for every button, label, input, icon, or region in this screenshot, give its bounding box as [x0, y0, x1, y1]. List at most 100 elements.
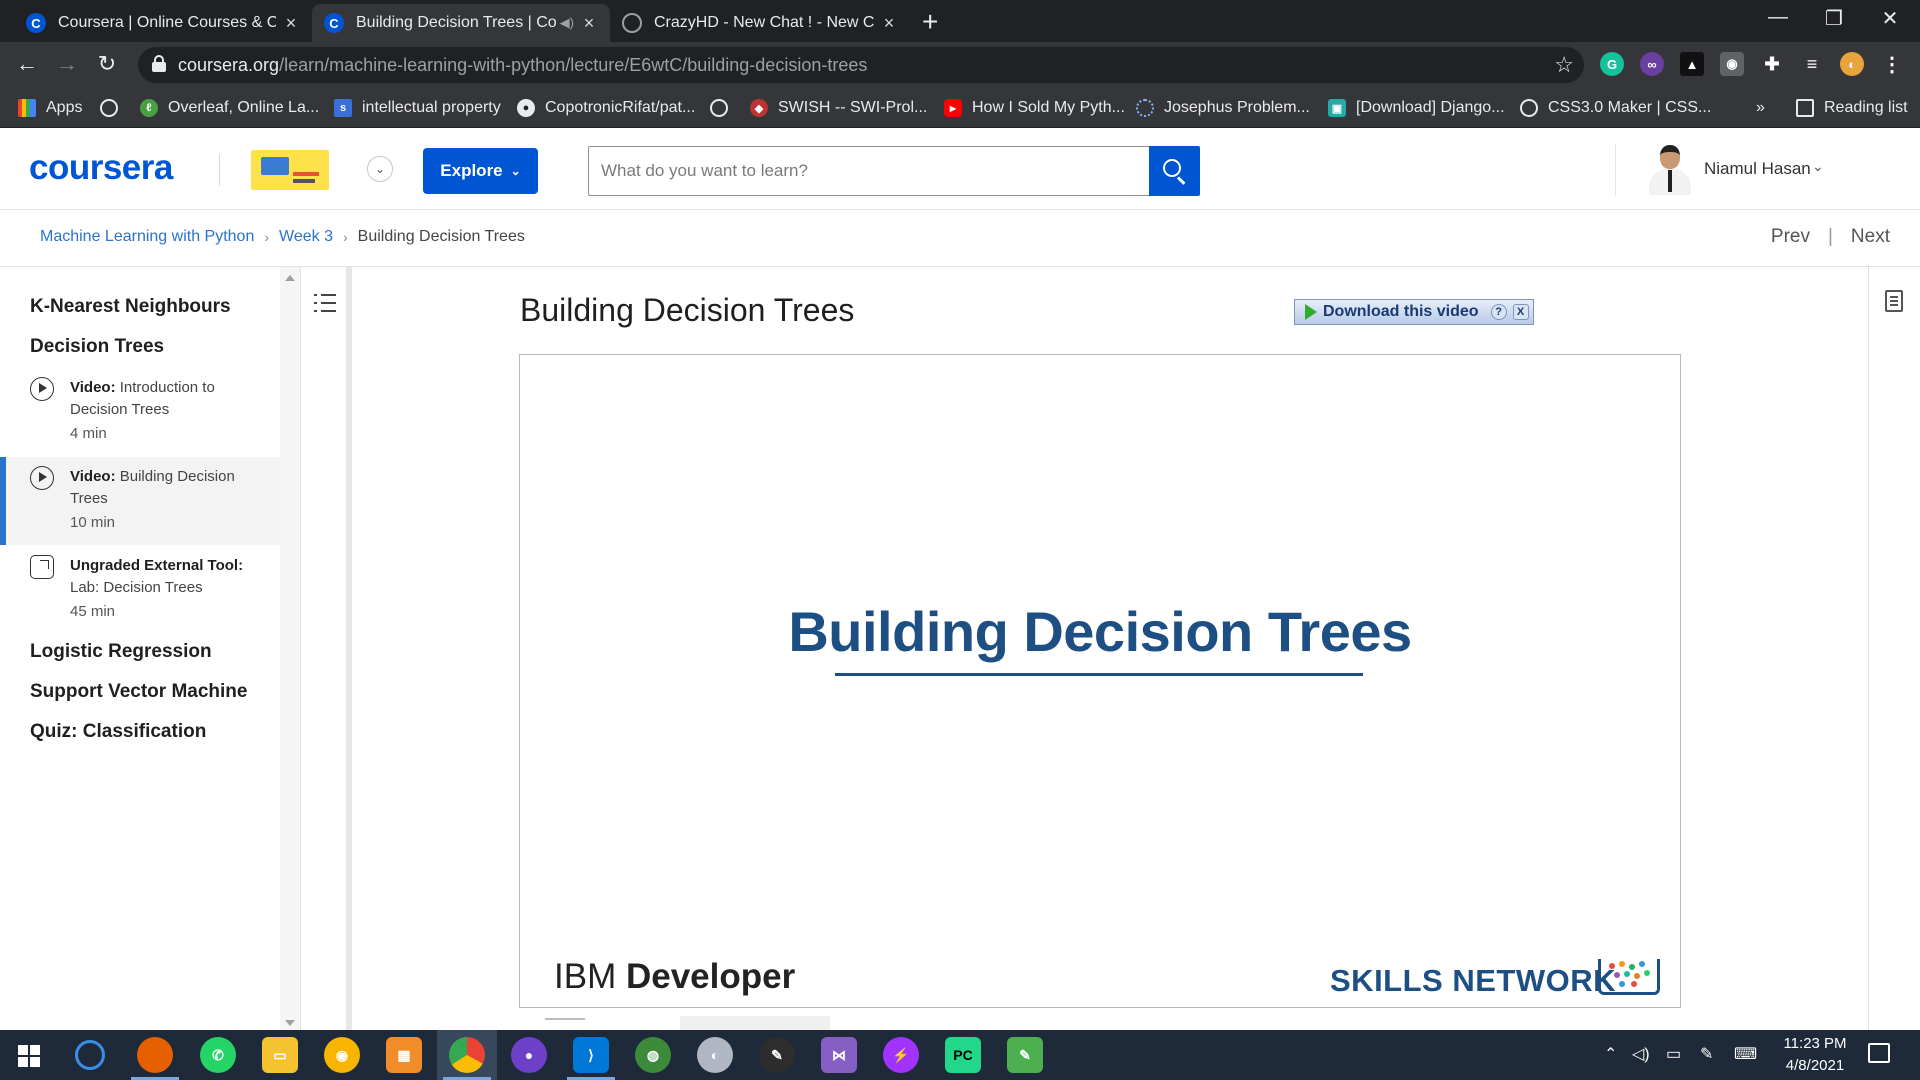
visual-studio-icon[interactable]: ⋈: [821, 1037, 857, 1073]
close-icon[interactable]: ×: [282, 13, 300, 34]
volume-icon[interactable]: ◁): [1632, 1044, 1650, 1064]
bookmark-css3-maker[interactable]: CSS3.0 Maker | CSS...: [1520, 97, 1711, 119]
sidebar-section-knn[interactable]: K-Nearest Neighbours: [30, 296, 231, 318]
list-icon[interactable]: [314, 293, 336, 313]
bookmark-intellectual-property[interactable]: s intellectual property: [334, 97, 501, 119]
bookmark-josephus[interactable]: Josephus Problem...: [1136, 97, 1310, 119]
github-desktop-icon[interactable]: ●: [511, 1037, 547, 1073]
chrome-icon[interactable]: [443, 1037, 491, 1080]
bookmark-swish[interactable]: ◆ SWISH -- SWI-Prol...: [750, 97, 927, 119]
globe-app-icon[interactable]: ◍: [635, 1037, 671, 1073]
search-input[interactable]: [588, 146, 1150, 196]
sidebar-item-lab-decision-trees[interactable]: Ungraded External Tool: Lab: Decision Tr…: [0, 555, 280, 635]
grammarly-icon[interactable]: G: [1600, 52, 1624, 76]
camera-icon[interactable]: ◉: [1720, 52, 1744, 76]
sidebar-item-intro-decision-trees[interactable]: Video: Introduction to Decision Trees 4 …: [0, 377, 280, 457]
sidebar-section-svm[interactable]: Support Vector Machine: [30, 681, 247, 703]
windows-start-icon[interactable]: [18, 1045, 40, 1067]
inkscape-icon[interactable]: ✎: [759, 1037, 795, 1073]
browser-toolbar: ← → ↻ coursera.org/learn/machine-learnin…: [0, 42, 1920, 88]
bookmark-github-repo[interactable]: ● CopotronicRifat/pat...: [517, 97, 695, 119]
speaker-icon[interactable]: ◀): [560, 15, 574, 31]
pycharm-icon[interactable]: PC: [945, 1037, 981, 1073]
sidebar-section-decision-trees[interactable]: Decision Trees: [30, 336, 164, 358]
show-hidden-icons-chevron-icon[interactable]: ⌃: [1604, 1044, 1617, 1064]
browser-tab-coursera-home[interactable]: C Coursera | Online Courses & Cre ×: [14, 4, 312, 42]
system-clock[interactable]: 11:23 PM 4/8/2021: [1782, 1033, 1848, 1077]
restore-icon[interactable]: ❐: [1814, 6, 1854, 31]
below-player-tab[interactable]: [680, 1016, 830, 1030]
profile-avatar-icon[interactable]: ◐: [1840, 52, 1864, 76]
download-video-button[interactable]: Download this video ? X: [1294, 299, 1534, 325]
minimize-icon[interactable]: —: [1758, 6, 1798, 29]
notification-center-icon[interactable]: [1868, 1043, 1890, 1063]
sidebar-scrollbar[interactable]: [280, 267, 300, 1030]
scroll-down-arrow-icon[interactable]: [285, 1020, 295, 1026]
vscode-icon[interactable]: ⟩: [567, 1037, 615, 1080]
network-icon[interactable]: ▭: [1666, 1044, 1681, 1064]
sidebar-section-logistic-regression[interactable]: Logistic Regression: [30, 641, 212, 663]
extension-triangle-icon[interactable]: ▲: [1680, 52, 1704, 76]
more-bookmarks-chevron-icon[interactable]: »: [1756, 97, 1765, 119]
notepad-icon[interactable]: ✎: [1007, 1037, 1043, 1073]
search-cortana-icon[interactable]: [75, 1040, 105, 1070]
site-header: coursera ⌄ Explore ⌄ Niamul Hasan ⌄: [0, 128, 1920, 210]
tab-title: Coursera | Online Courses & Cre: [58, 14, 276, 31]
anaconda-icon[interactable]: ◐: [697, 1037, 733, 1073]
keyboard-icon[interactable]: ⌨: [1734, 1044, 1757, 1064]
bookmark-youtube[interactable]: ▶ How I Sold My Pyth...: [944, 97, 1125, 119]
photo-app-icon[interactable]: ▦: [386, 1037, 422, 1073]
address-bar[interactable]: coursera.org/learn/machine-learning-with…: [138, 47, 1584, 83]
prev-link[interactable]: Prev: [1771, 226, 1810, 248]
firefox-icon[interactable]: [131, 1037, 179, 1080]
search-button[interactable]: [1149, 146, 1200, 196]
scroll-up-arrow-icon[interactable]: [285, 275, 295, 281]
reading-list[interactable]: Reading list: [1796, 97, 1908, 119]
shield-app-icon[interactable]: ◉: [324, 1037, 360, 1073]
ibm-partner-logo[interactable]: [251, 150, 329, 190]
bookmark-overleaf[interactable]: ℓ Overleaf, Online La...: [140, 97, 319, 119]
forward-arrow-icon[interactable]: →: [52, 51, 82, 77]
chevron-down-icon[interactable]: ⌄: [367, 156, 393, 182]
bookmark-apps[interactable]: Apps: [18, 97, 82, 119]
pen-icon[interactable]: ✎: [1700, 1044, 1713, 1064]
messenger-icon[interactable]: ⚡: [883, 1037, 919, 1073]
avatar[interactable]: [1647, 143, 1693, 195]
puzzle-extensions-icon[interactable]: ✚: [1760, 52, 1784, 76]
close-icon[interactable]: ×: [580, 13, 598, 34]
close-icon[interactable]: ×: [880, 13, 898, 34]
browser-tab-building-decision-trees[interactable]: C Building Decision Trees | Cou ◀) ×: [312, 4, 610, 42]
explore-button[interactable]: Explore ⌄: [423, 148, 538, 194]
sidebar-item-building-decision-trees[interactable]: Video: Building Decision Trees 10 min: [0, 457, 280, 545]
breadcrumb: Machine Learning with Python › Week 3 › …: [40, 228, 525, 246]
windows-taskbar: ✆ ▭ ◉ ▦ ● ⟩ ◍ ◐ ✎ ⋈ ⚡ PC ✎ ⌃ ◁) ▭ ✎ ⌨ 11…: [0, 1030, 1920, 1080]
back-arrow-icon[interactable]: ←: [12, 51, 42, 77]
close-icon[interactable]: X: [1512, 304, 1529, 320]
help-icon[interactable]: ?: [1490, 304, 1507, 320]
window-close-icon[interactable]: ✕: [1870, 6, 1910, 31]
chevron-down-icon[interactable]: ⌄: [1812, 158, 1824, 175]
transcript-toggle[interactable]: [545, 1018, 585, 1030]
lock-icon[interactable]: [152, 55, 166, 72]
bookmark-globe[interactable]: [100, 97, 128, 119]
coursera-logo[interactable]: coursera: [29, 148, 173, 188]
bookmark-django[interactable]: ▣ [Download] Django...: [1328, 97, 1505, 119]
next-link[interactable]: Next: [1851, 226, 1890, 248]
sidebar-section-quiz[interactable]: Quiz: Classification: [30, 721, 206, 743]
globe-icon: [622, 13, 642, 33]
user-name[interactable]: Niamul Hasan: [1704, 159, 1811, 179]
new-tab-plus-icon[interactable]: +: [922, 6, 938, 38]
file-explorer-icon[interactable]: ▭: [262, 1037, 298, 1073]
video-player[interactable]: Building Decision Trees IBM Developer SK…: [519, 354, 1681, 1008]
extension-glasses-icon[interactable]: ∞: [1640, 52, 1664, 76]
reload-icon[interactable]: ↻: [92, 51, 122, 77]
bookmark-globe-2[interactable]: [710, 97, 738, 119]
notes-document-icon[interactable]: [1885, 290, 1903, 312]
breadcrumb-week-link[interactable]: Week 3: [279, 228, 333, 246]
bookmark-star-icon[interactable]: ☆: [1554, 52, 1574, 78]
chrome-menu-icon[interactable]: ⋮: [1880, 52, 1904, 76]
media-queue-icon[interactable]: ≡: [1800, 52, 1824, 76]
browser-tab-crazyhd[interactable]: CrazyHD - New Chat ! - New Cha ×: [610, 4, 910, 42]
breadcrumb-course-link[interactable]: Machine Learning with Python: [40, 228, 254, 246]
whatsapp-icon[interactable]: ✆: [200, 1037, 236, 1073]
